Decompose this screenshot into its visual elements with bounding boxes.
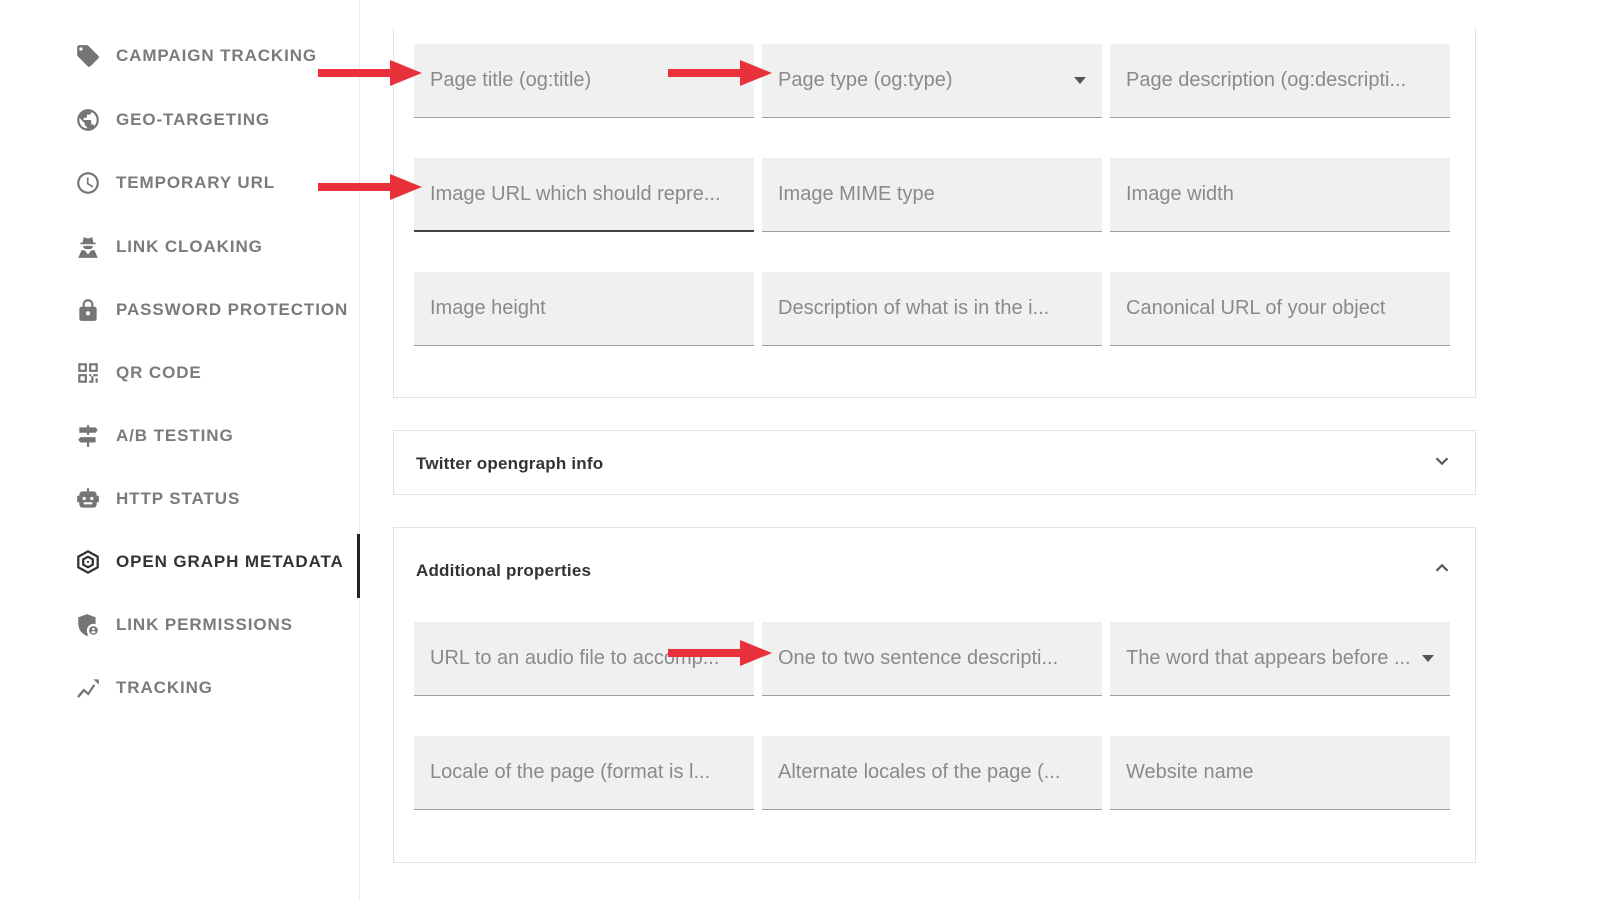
spy-icon [74, 233, 102, 261]
field-placeholder: Image URL which should repre... [430, 182, 721, 205]
globe-icon [74, 106, 102, 134]
field-placeholder: Image height [430, 297, 546, 319]
page-type-select[interactable]: Page type (og:type) [762, 44, 1102, 118]
sidebar-item-label: QR CODE [116, 363, 202, 382]
site-name-field[interactable]: Website name [1110, 736, 1450, 810]
dropdown-caret-icon [1422, 655, 1434, 662]
shield-user-icon [74, 611, 102, 639]
image-width-field[interactable]: Image width [1110, 158, 1450, 232]
og-fields-card: Page title (og:title) Page type (og:type… [393, 28, 1476, 398]
sidebar-item-ab-testing[interactable]: A/B TESTING [74, 416, 234, 456]
additional-properties-panel: Additional properties URL to an audio fi… [393, 527, 1476, 863]
determiner-select[interactable]: The word that appears before ... [1110, 622, 1450, 696]
qr-code-icon [74, 359, 102, 387]
sidebar-item-label: LINK PERMISSIONS [116, 615, 293, 634]
sidebar-item-label: CAMPAIGN TRACKING [116, 46, 318, 65]
robot-icon [74, 485, 102, 513]
image-height-field[interactable]: Image height [414, 272, 754, 346]
spider-web-icon [74, 548, 102, 576]
field-placeholder: Page type (og:type) [778, 69, 953, 91]
signpost-icon [74, 422, 102, 450]
sidebar: CAMPAIGN TRACKING GEO-TARGETING TEMPORAR… [0, 0, 360, 900]
sidebar-item-label: OPEN GRAPH METADATA [116, 552, 344, 571]
chevron-up-icon [1431, 557, 1453, 584]
sidebar-item-link-permissions[interactable]: LINK PERMISSIONS [74, 605, 293, 645]
field-placeholder: Alternate locales of the page (... [778, 761, 1061, 783]
panel-title: Additional properties [416, 560, 592, 580]
field-placeholder: Locale of the page (format is l... [430, 761, 711, 783]
sidebar-item-tracking[interactable]: TRACKING [74, 668, 213, 708]
active-indicator [357, 534, 360, 598]
trend-icon [74, 674, 102, 702]
alternate-locales-field[interactable]: Alternate locales of the page (... [762, 736, 1102, 810]
sidebar-item-temporary-url[interactable]: TEMPORARY URL [74, 163, 275, 203]
sidebar-item-label: GEO-TARGETING [116, 110, 270, 129]
audio-url-field[interactable]: URL to an audio file to accomp... [414, 622, 754, 696]
field-placeholder: Image width [1126, 183, 1234, 205]
image-url-field[interactable]: Image URL which should repre... [414, 158, 754, 232]
twitter-opengraph-panel: Twitter opengraph info [393, 430, 1476, 495]
dropdown-caret-icon [1074, 77, 1086, 84]
sidebar-item-qr-code[interactable]: QR CODE [74, 353, 202, 393]
field-placeholder: Canonical URL of your object [1126, 297, 1386, 319]
sidebar-item-campaign-tracking[interactable]: CAMPAIGN TRACKING [74, 36, 317, 76]
sidebar-item-geo-targeting[interactable]: GEO-TARGETING [74, 100, 270, 140]
sidebar-item-link-cloaking[interactable]: LINK CLOAKING [74, 227, 263, 267]
sidebar-item-label: TEMPORARY URL [116, 173, 276, 192]
sidebar-item-password-protection[interactable]: PASSWORD PROTECTION [74, 290, 348, 330]
sidebar-item-label: PASSWORD PROTECTION [116, 300, 349, 319]
chevron-down-icon [1431, 450, 1453, 477]
sidebar-item-label: LINK CLOAKING [116, 237, 263, 256]
field-placeholder: One to two sentence descripti... [778, 647, 1059, 669]
field-placeholder: Image MIME type [778, 183, 935, 205]
canonical-url-field[interactable]: Canonical URL of your object [1110, 272, 1450, 346]
field-placeholder: Description of what is in the i... [778, 297, 1050, 319]
image-mime-field[interactable]: Image MIME type [762, 158, 1102, 232]
additional-panel-header[interactable]: Additional properties [416, 538, 1453, 603]
og-description-field[interactable]: One to two sentence descripti... [762, 622, 1102, 696]
sidebar-item-http-status[interactable]: HTTP STATUS [74, 479, 240, 519]
sidebar-item-open-graph-metadata[interactable]: OPEN GRAPH METADATA [74, 542, 344, 582]
field-placeholder: The word that appears before ... [1126, 647, 1411, 669]
sidebar-item-label: A/B TESTING [116, 426, 234, 445]
page-description-field[interactable]: Page description (og:descripti... [1110, 44, 1450, 118]
page-title-field[interactable]: Page title (og:title) [414, 44, 754, 118]
panel-title: Twitter opengraph info [416, 453, 604, 473]
field-placeholder: Page title (og:title) [430, 69, 592, 91]
tag-icon [74, 42, 102, 70]
lock-icon [74, 296, 102, 324]
locale-field[interactable]: Locale of the page (format is l... [414, 736, 754, 810]
clock-icon [74, 169, 102, 197]
field-placeholder: URL to an audio file to accomp... [430, 647, 720, 669]
twitter-panel-header[interactable]: Twitter opengraph info [416, 431, 1453, 496]
field-placeholder: Website name [1126, 761, 1254, 783]
sidebar-item-label: HTTP STATUS [116, 489, 241, 508]
sidebar-item-label: TRACKING [116, 678, 213, 697]
field-placeholder: Page description (og:descripti... [1126, 69, 1407, 91]
image-description-field[interactable]: Description of what is in the i... [762, 272, 1102, 346]
